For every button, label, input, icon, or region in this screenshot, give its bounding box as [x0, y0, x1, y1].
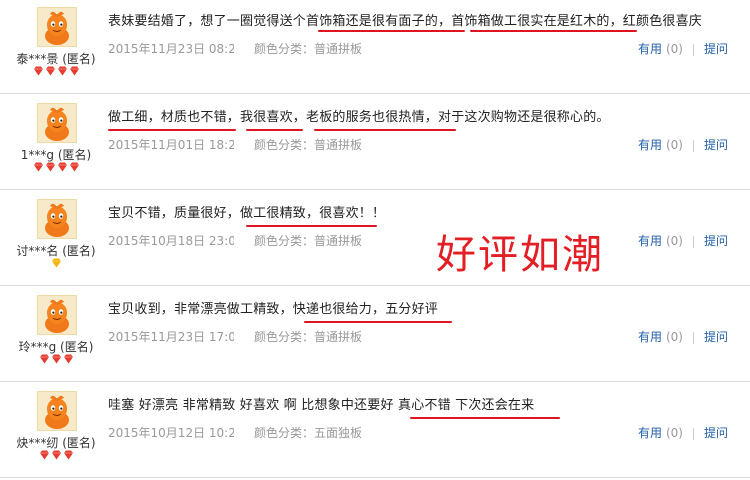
sku-info: 颜色分类：普通拼板 [254, 234, 362, 248]
reviewer-name: 讨***名 (匿名) [16, 244, 96, 258]
avatar[interactable] [37, 7, 77, 47]
sku-label: 颜色分类： [254, 426, 315, 440]
reviewer-block: 1***g (匿名) [0, 96, 100, 190]
review-meta: 2015年11月23日 08:23 颜色分类：普通拼板 [108, 40, 362, 57]
helpful-button[interactable]: 有用 [638, 426, 662, 440]
reviewer-block: 玲***g (匿名) [0, 288, 100, 382]
avatar[interactable] [37, 295, 77, 335]
review-text: 做工细，材质也不错，我很喜欢，老板的服务也很热情，对于这次购物还是很称心的。 [108, 110, 610, 125]
helpful-count: (0) [665, 138, 683, 152]
ask-button[interactable]: 提问 [704, 138, 728, 152]
sku-value: 普通拼板 [314, 234, 363, 248]
review-date: 2015年10月12日 10:29 [108, 426, 234, 440]
reviewer-name: 玲***g (匿名) [18, 340, 94, 354]
highlight-underline [304, 321, 452, 323]
buyer-rank-icon [0, 162, 112, 174]
sku-value: 普通拼板 [314, 330, 363, 344]
helpful-count: (0) [665, 234, 683, 248]
reviewer-name: 1***g (匿名) [20, 148, 92, 162]
helpful-count: (0) [665, 330, 683, 344]
buyer-rank-icon [0, 450, 112, 462]
review-item: 泰***景 (匿名) 表妹要结婚了，想了一圈觉得送个首饰箱还是很有面子的，首饰箱做… [0, 0, 750, 94]
divider [692, 139, 694, 152]
sku-info: 颜色分类：普通拼板 [254, 42, 362, 56]
sku-label: 颜色分类： [254, 42, 315, 56]
reviewer-block: 炔***纫 (匿名) [0, 384, 100, 478]
review-text: 宝贝不错，质量很好，做工很精致，很喜欢！！ [108, 206, 386, 221]
review-actions: 有用 (0) 提问 [638, 232, 728, 249]
review-text: 宝贝收到，非常漂亮做工精致，快递也很给力，五分好评 [108, 302, 439, 317]
buyer-rank-icon [0, 66, 112, 78]
review-item: 讨***名 (匿名) 宝贝不错，质量很好，做工很精致，很喜欢！！ 2015年10月1… [0, 192, 750, 286]
highlight-underline [108, 129, 236, 131]
helpful-button[interactable]: 有用 [638, 330, 662, 344]
sku-label: 颜色分类： [254, 330, 315, 344]
review-actions: 有用 (0) 提问 [638, 424, 728, 441]
ask-button[interactable]: 提问 [704, 330, 728, 344]
highlight-underline [246, 225, 377, 227]
ask-button[interactable]: 提问 [704, 426, 728, 440]
divider [692, 43, 694, 56]
helpful-button[interactable]: 有用 [638, 234, 662, 248]
sku-value: 普通拼板 [314, 138, 363, 152]
ask-button[interactable]: 提问 [704, 234, 728, 248]
review-actions: 有用 (0) 提问 [638, 40, 728, 57]
reviewer-name: 炔***纫 (匿名) [16, 436, 96, 450]
highlight-underline [470, 30, 637, 32]
review-date: 2015年11月23日 17:09 [108, 330, 234, 344]
review-date: 2015年10月18日 23:08 [108, 234, 234, 248]
overlay-caption: 好评如潮 [436, 232, 604, 278]
avatar[interactable] [37, 391, 77, 431]
highlight-underline [410, 417, 560, 419]
review-item: 1***g (匿名) 做工细，材质也不错，我很喜欢，老板的服务也很热情，对于这次购… [0, 96, 750, 190]
review-date: 2015年11月01日 18:24 [108, 138, 234, 152]
sku-label: 颜色分类： [254, 234, 315, 248]
review-meta: 2015年10月12日 10:29 颜色分类：五面独板 [108, 424, 362, 441]
avatar[interactable] [37, 103, 77, 143]
review-date: 2015年11月23日 08:23 [108, 42, 234, 56]
helpful-count: (0) [665, 42, 683, 56]
helpful-count: (0) [665, 426, 683, 440]
review-text: 表妹要结婚了，想了一圈觉得送个首饰箱还是很有面子的，首饰箱做工很实在是红木的，红… [108, 14, 703, 29]
sku-value: 五面独板 [314, 426, 363, 440]
sku-label: 颜色分类： [254, 138, 315, 152]
review-meta: 2015年10月18日 23:08 颜色分类：普通拼板 [108, 232, 362, 249]
helpful-button[interactable]: 有用 [638, 42, 662, 56]
divider [692, 331, 694, 344]
helpful-button[interactable]: 有用 [638, 138, 662, 152]
buyer-rank-icon [0, 258, 112, 270]
review-item: 玲***g (匿名) 宝贝收到，非常漂亮做工精致，快递也很给力，五分好评 2015年… [0, 288, 750, 382]
avatar[interactable] [37, 199, 77, 239]
review-text: 哇塞 好漂亮 非常精致 好喜欢 啊 比想象中还要好 真心不错 下次还会在来 [108, 398, 535, 413]
divider [692, 427, 694, 440]
highlight-underline [314, 129, 456, 131]
ask-button[interactable]: 提问 [704, 42, 728, 56]
sku-value: 普通拼板 [314, 42, 363, 56]
review-meta: 2015年11月23日 17:09 颜色分类：普通拼板 [108, 328, 362, 345]
highlight-underline [246, 129, 303, 131]
reviewer-block: 泰***景 (匿名) [0, 0, 100, 94]
highlight-underline [318, 30, 465, 32]
sku-info: 颜色分类：普通拼板 [254, 330, 362, 344]
sku-info: 颜色分类：五面独板 [254, 426, 362, 440]
buyer-rank-icon [0, 354, 112, 366]
reviewer-block: 讨***名 (匿名) [0, 192, 100, 286]
reviewer-name: 泰***景 (匿名) [16, 52, 96, 66]
review-actions: 有用 (0) 提问 [638, 328, 728, 345]
review-actions: 有用 (0) 提问 [638, 136, 728, 153]
divider [692, 235, 694, 248]
review-meta: 2015年11月01日 18:24 颜色分类：普通拼板 [108, 136, 362, 153]
sku-info: 颜色分类：普通拼板 [254, 138, 362, 152]
review-item: 炔***纫 (匿名) 哇塞 好漂亮 非常精致 好喜欢 啊 比想象中还要好 真心不错… [0, 384, 750, 478]
